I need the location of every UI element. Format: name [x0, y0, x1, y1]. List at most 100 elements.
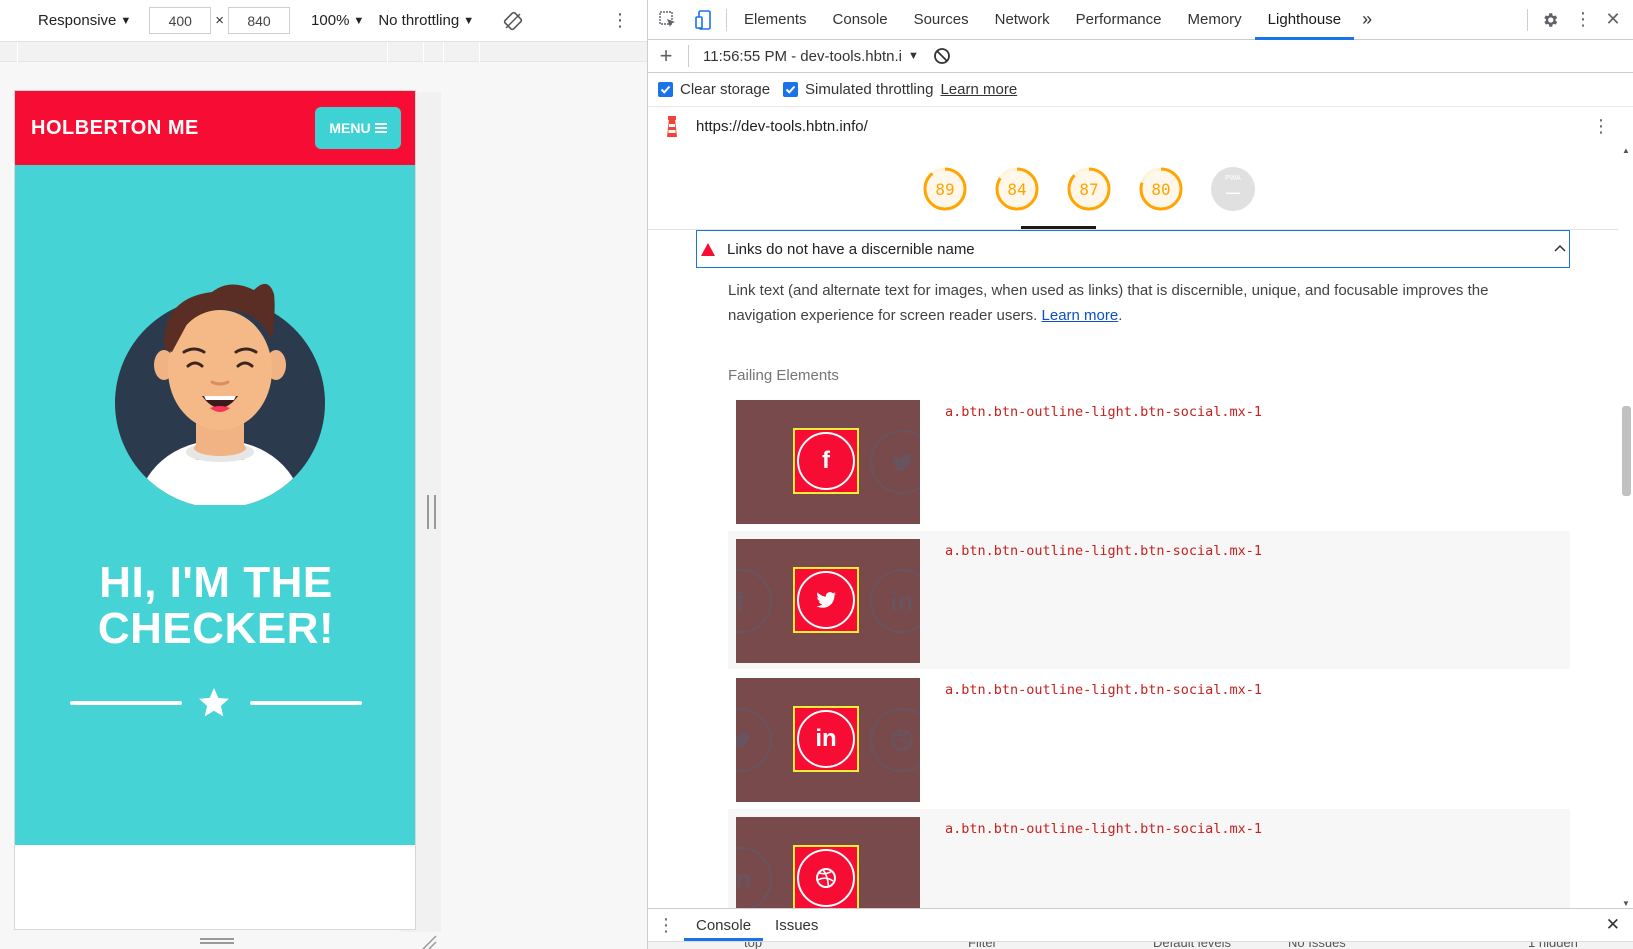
twitter-icon [736, 708, 772, 772]
twitter-icon [797, 571, 855, 629]
tab-sources[interactable]: Sources [901, 0, 982, 40]
menu-button-label: MENU [329, 120, 371, 136]
settings-gear-icon[interactable] [1532, 0, 1568, 40]
page-below-hero [15, 845, 415, 929]
lighthouse-toolbar: + 11:56:55 PM - dev-tools.hbtn.i ▼ [648, 40, 1633, 73]
element-selector[interactable]: a.btn.btn-outline-light.btn-social.mx-1 [945, 682, 1262, 698]
gauge-pwa[interactable]: PWA — [1210, 166, 1256, 212]
tab-elements[interactable]: Elements [731, 0, 820, 40]
scroll-down-arrow-icon[interactable]: ▼ [1622, 899, 1630, 908]
device-toggle-icon[interactable] [686, 0, 722, 40]
drawer-menu-icon[interactable]: ⋮ [648, 915, 684, 936]
scrollbar-thumb[interactable] [1622, 406, 1631, 496]
log-levels-select[interactable]: Default levels [1153, 942, 1231, 949]
chevron-up-icon[interactable] [1553, 242, 1567, 256]
fail-triangle-icon [701, 242, 715, 256]
site-brand[interactable]: HOLBERTON ME [31, 117, 199, 140]
audit-learn-more-link[interactable]: Learn more [1042, 307, 1119, 324]
element-screenshot: f [736, 400, 920, 524]
gauge-performance[interactable]: 89 [922, 166, 968, 212]
zoom-select[interactable]: 100% ▼ [311, 12, 364, 29]
add-report-icon[interactable]: + [648, 36, 684, 76]
report-url[interactable]: https://dev-tools.hbtn.info/ [696, 118, 868, 135]
tab-lighthouse[interactable]: Lighthouse [1254, 0, 1355, 40]
inspect-element-icon[interactable] [650, 0, 686, 40]
issues-counter[interactable]: No Issues [1288, 942, 1346, 949]
console-toolbar: top Filter Default levels No Issues 1 hi… [648, 941, 1633, 949]
device-select[interactable]: Responsive ▼ [38, 12, 131, 29]
failing-element-row[interactable]: in a.btn.btn-outline-light.btn-social.mx-… [728, 670, 1570, 808]
vertical-scrollbar[interactable]: ▲ ▼ [1618, 146, 1633, 908]
drawer-tab-console[interactable]: Console [684, 909, 764, 941]
hero-title-line-2: CHECKER! [97, 604, 335, 653]
device-mode-pane: Responsive ▼ 400 × 840 100% ▼ No throttl… [0, 0, 647, 949]
gauge-score: 84 [1007, 179, 1027, 199]
gauge-seo[interactable]: 80 [1138, 166, 1184, 212]
bottom-resize-handle[interactable] [200, 938, 234, 944]
linkedin-icon: in [797, 710, 855, 768]
throttle-select-label: No throttling [378, 12, 460, 29]
tab-network[interactable]: Network [982, 0, 1063, 40]
corner-resize-icon[interactable] [421, 934, 437, 949]
device-frame: HOLBERTON ME MENU HI, I'M THE CHECKER! [14, 90, 416, 930]
media-query-ruler [0, 42, 647, 62]
lighthouse-options: Clear storage Simulated throttling Learn… [648, 73, 1633, 106]
clear-storage-checkbox[interactable]: Clear storage [658, 81, 770, 98]
console-filter-input[interactable]: Filter [968, 942, 997, 949]
tab-performance[interactable]: Performance [1063, 0, 1175, 40]
more-tabs-button[interactable]: » [1354, 0, 1380, 40]
element-selector[interactable]: a.btn.btn-outline-light.btn-social.mx-1 [945, 543, 1262, 559]
width-input[interactable]: 400 [149, 7, 212, 34]
tab-console[interactable]: Console [820, 0, 901, 40]
scroll-up-arrow-icon[interactable]: ▲ [1622, 146, 1630, 155]
pwa-label: PWA [1225, 175, 1241, 182]
hero-section: HI, I'M THE CHECKER! [15, 165, 415, 845]
audit-title: Links do not have a discernible name [727, 240, 975, 258]
gauge-accessibility[interactable]: 84 [994, 166, 1040, 212]
report-menu-icon[interactable]: ⋮ [1592, 116, 1610, 137]
dimension-separator: × [215, 12, 225, 29]
simulated-throttling-checkbox[interactable]: Simulated throttling [783, 81, 933, 98]
checkmark-icon [783, 82, 799, 97]
hidden-messages-count: 1 hidden [1528, 941, 1578, 949]
rotate-icon[interactable] [502, 10, 524, 32]
star-icon [196, 685, 232, 721]
divider-line-right [250, 701, 362, 705]
close-drawer-icon[interactable]: ✕ [1606, 915, 1620, 935]
device-select-label: Responsive [38, 12, 117, 29]
avatar [106, 270, 326, 508]
audit-description: Link text (and alternate text for images… [728, 278, 1518, 328]
facebook-icon: f [736, 569, 772, 633]
drawer-tab-issues[interactable]: Issues [763, 909, 830, 941]
clear-all-icon[interactable] [933, 47, 951, 65]
close-icon[interactable]: ✕ [1598, 0, 1628, 40]
element-selector[interactable]: a.btn.btn-outline-light.btn-social.mx-1 [945, 821, 1262, 837]
tab-memory[interactable]: Memory [1175, 0, 1255, 40]
right-resize-handle[interactable] [427, 495, 436, 529]
report-select-label: 11:56:55 PM - dev-tools.hbtn.i [703, 47, 902, 65]
dropdown-arrow-icon: ▼ [353, 14, 365, 27]
report-url-bar: https://dev-tools.hbtn.info/ ⋮ [648, 106, 1633, 146]
throttle-select[interactable]: No throttling ▼ [378, 12, 474, 29]
star-divider [70, 685, 362, 719]
failing-element-row[interactable]: f a.btn.btn-outline-light.btn-social.mx-1 [728, 392, 1570, 530]
context-select[interactable]: top [744, 942, 762, 949]
dropdown-arrow-icon: ▼ [120, 14, 132, 27]
facebook-icon: f [797, 432, 855, 490]
learn-more-link[interactable]: Learn more [940, 81, 1017, 98]
report-select[interactable]: 11:56:55 PM - dev-tools.hbtn.i ▼ [703, 48, 919, 65]
failing-element-row[interactable]: f in a.btn.btn-outline-light.btn-social.mx… [728, 531, 1570, 669]
menu-button[interactable]: MENU [315, 107, 401, 149]
hero-title-line-1: HI, I'M THE [99, 558, 333, 607]
height-input[interactable]: 840 [228, 7, 291, 34]
element-selector[interactable]: a.btn.btn-outline-light.btn-social.mx-1 [945, 404, 1262, 420]
failing-element-row[interactable]: in a.btn.btn-outline-light.btn-social.mx-… [728, 809, 1570, 908]
twitter-icon [870, 430, 920, 494]
more-options-icon[interactable]: ⋮ [611, 10, 629, 31]
customize-menu-icon[interactable]: ⋮ [1568, 0, 1598, 40]
audit-header[interactable]: Links do not have a discernible name [696, 230, 1570, 268]
hero-title: HI, I'M THE CHECKER! [15, 558, 415, 653]
gauge-selected-indicator [1021, 226, 1096, 229]
dropdown-arrow-icon: ▼ [908, 50, 919, 62]
gauge-best-practices[interactable]: 87 [1066, 166, 1112, 212]
